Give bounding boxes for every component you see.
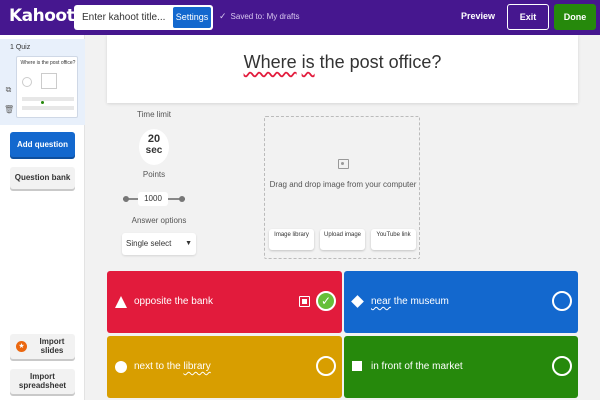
correct-answer-toggle[interactable]: ✓ [316, 291, 336, 311]
image-library-button[interactable]: Image library [269, 229, 314, 250]
thumbnail-correct-dot [41, 101, 44, 104]
thumbnail-question: Where is the post office? [20, 60, 76, 66]
image-drop-zone[interactable]: Drag and drop image from your computer I… [264, 116, 420, 259]
answer-4-text[interactable]: in front of the market [371, 361, 463, 372]
question-word-misspelled: Where [243, 52, 297, 72]
add-question-button[interactable]: Add question [10, 132, 75, 157]
done-button[interactable]: Done [554, 4, 596, 30]
import-slides-button[interactable]: ★ Import slides [10, 334, 75, 359]
slide-item-quiz[interactable]: 1 Quiz ⧉ 🗑 Where is the post office? [0, 39, 85, 125]
slide-thumbnail[interactable]: Where is the post office? [16, 56, 78, 118]
sidebar: 1 Quiz ⧉ 🗑 Where is the post office? Add… [0, 35, 85, 400]
square-icon [352, 361, 362, 371]
duplicate-icon[interactable]: ⧉ [4, 85, 13, 95]
saved-text: Saved to: My drafts [230, 12, 300, 21]
answer-type-select[interactable]: Single select ▼ [122, 233, 196, 255]
question-bank-button[interactable]: Question bank [10, 167, 75, 189]
circle-icon [115, 361, 127, 373]
settings-button[interactable]: Settings [173, 7, 211, 28]
answer-3-text[interactable]: next to the library [134, 361, 211, 372]
time-limit-unit: sec [145, 145, 163, 156]
top-bar: Kahoot! Settings ✓Saved to: My drafts Pr… [0, 0, 600, 35]
points-value[interactable]: 1000 [138, 192, 168, 206]
save-status: ✓ Saved to: My drafts [219, 11, 299, 22]
answer-3-pre: next to the [134, 361, 184, 372]
youtube-link-button[interactable]: YouTube link [371, 229, 416, 250]
upload-image-button[interactable]: Upload image [320, 229, 365, 250]
thumbnail-answer-bar [22, 106, 74, 110]
answer-4[interactable]: in front of the market [344, 336, 578, 398]
exit-button[interactable]: Exit [507, 4, 549, 30]
import-slides-icon: ★ [16, 341, 27, 352]
points-slider[interactable]: 1000 [123, 192, 185, 206]
points-max-dot [179, 196, 185, 202]
question-card[interactable]: Where is the post office? [107, 35, 578, 103]
check-icon: ✓ [219, 11, 227, 21]
thumbnail-timer [22, 77, 32, 87]
thumbnail-image [41, 73, 57, 89]
correct-answer-toggle[interactable] [552, 291, 572, 311]
time-limit-label: Time limit [137, 110, 171, 119]
thumbnail-answer-bar [22, 97, 74, 101]
question-text[interactable]: Where is the post office? [107, 52, 578, 73]
answer-options-label: Answer options [131, 216, 187, 225]
chevron-down-icon: ▼ [185, 240, 192, 247]
import-slides-label: Import slides [39, 337, 65, 355]
answer-2-rest: the museum [391, 296, 449, 307]
answer-1-text[interactable]: opposite the bank [134, 296, 213, 307]
import-spreadsheet-button[interactable]: Import spreadsheet [10, 369, 75, 394]
points-min-dot [123, 196, 129, 202]
slide-label: 1 Quiz [10, 44, 31, 51]
time-limit-value: 20 [147, 133, 161, 145]
time-limit-selector[interactable]: 20 sec [139, 129, 169, 165]
image-icon [338, 159, 349, 169]
preview-button[interactable]: Preview [461, 11, 495, 21]
answer-2-text[interactable]: near the museum [371, 296, 449, 307]
points-label: Points [142, 170, 166, 179]
correct-answer-toggle[interactable] [316, 356, 336, 376]
kahoot-logo[interactable]: Kahoot! [9, 6, 82, 26]
diamond-icon [351, 295, 364, 308]
drop-zone-text: Drag and drop image from your computer [269, 180, 417, 189]
trash-icon[interactable]: 🗑 [4, 105, 14, 114]
kahoot-title-input[interactable] [74, 5, 172, 30]
title-field: Settings [74, 5, 213, 30]
answer-3[interactable]: next to the library [107, 336, 342, 398]
triangle-icon [115, 296, 127, 308]
question-word-misspelled: is [301, 52, 315, 72]
correct-answer-toggle[interactable] [552, 356, 572, 376]
answer-1[interactable]: opposite the bank ✓ [107, 271, 342, 333]
question-rest: the post office? [314, 52, 442, 72]
answer-type-value: Single select [126, 239, 172, 248]
slide-actions: ⧉ 🗑 [4, 85, 14, 124]
image-icon[interactable] [299, 296, 310, 307]
answer-2[interactable]: near the museum [344, 271, 578, 333]
answer-3-word-misspelled: library [183, 361, 211, 372]
answer-2-word-misspelled: near [371, 296, 392, 307]
